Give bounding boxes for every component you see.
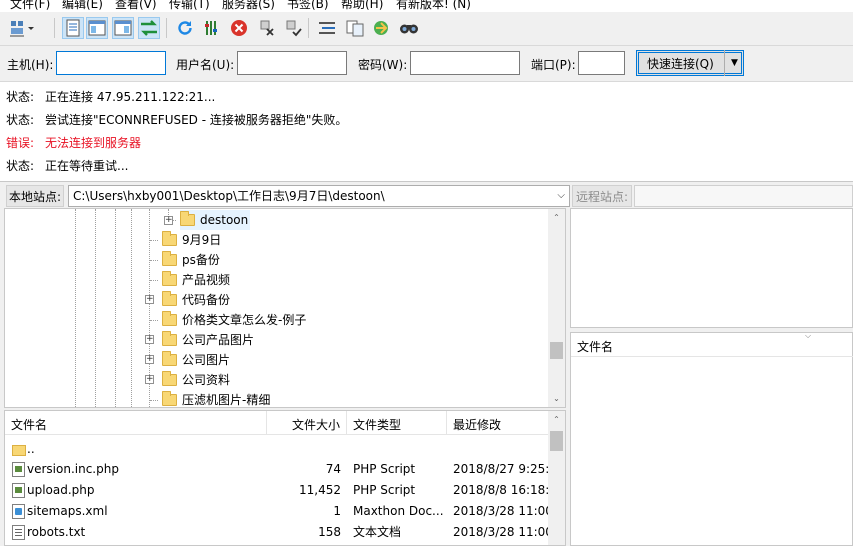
scrollbar-thumb[interactable] [550, 342, 563, 359]
tree-expander[interactable]: + [164, 216, 173, 225]
file-row[interactable]: sitemaps.xml 1 Maxthon Doc... 2018/3/28 … [5, 501, 549, 522]
tree-expander[interactable]: + [145, 355, 154, 364]
menu-view[interactable]: 查看(V) [115, 0, 157, 12]
host-input[interactable] [56, 51, 166, 75]
tree-expander[interactable]: + [145, 335, 154, 344]
message-log[interactable]: 状态: 正在连接 47.95.211.122:21... 状态: 尝试连接"ECON… [0, 82, 853, 182]
quickconnect-bar: 主机(H): 用户名(U): 密码(W): 端口(P): 快速连接(Q) ▼ [0, 46, 853, 82]
text-file-icon [12, 525, 25, 540]
column-header-name[interactable]: 文件名 [577, 333, 613, 357]
local-site-label: 本地站点: [6, 185, 65, 207]
log-line: 状态: 尝试连接"ECONNREFUSED - 连接被服务器拒绝"失败。 [6, 113, 348, 127]
sync-browse-icon[interactable] [370, 17, 392, 39]
scroll-up-icon[interactable]: ⌃ [548, 411, 565, 428]
local-path-combobox[interactable]: C:\Users\hxby001\Desktop\工作日志\9月7日\desto… [68, 185, 570, 207]
folder-icon [162, 271, 177, 286]
local-site-bar: 本地站点: C:\Users\hxby001\Desktop\工作日志\9月7日… [4, 184, 570, 208]
folder-icon [162, 251, 177, 266]
file-row-parent[interactable]: .. [5, 439, 549, 460]
folder-icon [162, 311, 177, 326]
toolbar [0, 12, 853, 46]
username-input[interactable] [237, 51, 347, 75]
scrollbar-thumb[interactable] [550, 431, 563, 451]
folder-icon [162, 291, 177, 306]
log-line: 状态: 正在连接 47.95.211.122:21... [6, 90, 216, 104]
site-manager-icon[interactable] [8, 17, 36, 39]
file-row[interactable]: upload.php 11,452 PHP Script 2018/8/8 16… [5, 480, 549, 501]
remote-directory-tree[interactable] [570, 208, 853, 328]
menu-edit[interactable]: 编辑(E) [62, 0, 103, 12]
password-label: 密码(W): [358, 58, 408, 72]
remote-path-input[interactable] [634, 185, 853, 207]
filter-icon[interactable] [316, 17, 338, 39]
local-directory-tree[interactable]: + destoon 9月9日 ps备份 产品视频 + 代码备份 价格类文章怎么发… [4, 208, 566, 408]
scroll-down-icon[interactable]: ⌄ [548, 390, 565, 407]
process-queue-icon[interactable] [200, 17, 222, 39]
port-input[interactable] [578, 51, 625, 75]
chevron-down-icon: ▼ [731, 58, 738, 68]
cancel-icon[interactable] [228, 17, 250, 39]
toggle-queue-icon[interactable] [138, 17, 160, 39]
toggle-remote-tree-icon[interactable] [112, 17, 134, 39]
reconnect-icon[interactable] [282, 17, 304, 39]
folder-icon [162, 391, 177, 406]
menu-bookmarks[interactable]: 书签(B) [287, 0, 329, 12]
menu-server[interactable]: 服务器(S) [222, 0, 275, 12]
column-header-name[interactable]: 文件名 [5, 411, 267, 435]
toggle-log-icon[interactable] [62, 17, 84, 39]
username-label: 用户名(U): [176, 58, 235, 72]
scroll-up-icon[interactable]: ⌃ [548, 209, 565, 226]
search-icon[interactable] [398, 17, 420, 39]
file-list-scrollbar[interactable]: ⌃ [548, 411, 565, 545]
menu-transfer[interactable]: 传输(T) [169, 0, 210, 12]
file-list-header: 文件名 文件大小 文件类型 最近修改 [5, 411, 549, 435]
tree-item-selected[interactable]: destoon [180, 210, 250, 230]
host-label: 主机(H): [7, 58, 54, 72]
log-line: 状态: 正在等待重试... [6, 159, 129, 173]
chevron-down-icon[interactable]: ⌵ [557, 186, 565, 206]
column-header-modified[interactable]: 最近修改 [447, 411, 549, 435]
refresh-icon[interactable] [174, 17, 196, 39]
php-file-icon [12, 483, 25, 498]
tree-expander[interactable]: + [145, 375, 154, 384]
menu-file[interactable]: 文件(F) [10, 0, 50, 12]
port-label: 端口(P): [531, 58, 576, 72]
php-file-icon [12, 462, 25, 477]
xml-file-icon [12, 504, 25, 519]
column-header-size[interactable]: 文件大小 [267, 411, 347, 435]
folder-icon [162, 331, 177, 346]
folder-icon [162, 231, 177, 246]
parent-folder-icon [12, 445, 26, 456]
file-row[interactable]: robots.txt 158 文本文档 2018/3/28 11:00 [5, 522, 549, 543]
tree-expander[interactable]: + [145, 295, 154, 304]
password-input[interactable] [410, 51, 520, 75]
remote-site-bar: 远程站点: [570, 184, 853, 208]
menu-new-version[interactable]: 有新版本! (N) [396, 0, 471, 12]
menu-help[interactable]: 帮助(H) [341, 0, 383, 12]
toggle-local-tree-icon[interactable] [86, 17, 108, 39]
log-line-error: 错误: 无法连接到服务器 [6, 136, 142, 150]
folder-icon [162, 351, 177, 366]
quickconnect-history-dropdown[interactable]: ▼ [724, 50, 744, 76]
column-header-type[interactable]: 文件类型 [347, 411, 447, 435]
remote-site-label: 远程站点: [572, 185, 633, 207]
tree-scrollbar[interactable]: ⌃ ⌄ [548, 209, 565, 407]
file-row[interactable]: version.inc.php 74 PHP Script 2018/8/27 … [5, 459, 549, 480]
remote-file-list[interactable]: ⌵ 文件名 [570, 331, 853, 546]
compare-icon[interactable] [344, 17, 366, 39]
folder-icon [162, 371, 177, 386]
local-file-list[interactable]: ⌵ 文件名 文件大小 文件类型 最近修改 .. version.inc.php … [4, 410, 566, 546]
disconnect-icon[interactable] [256, 17, 278, 39]
folder-icon [180, 211, 195, 226]
menu-bar: 文件(F) 编辑(E) 查看(V) 传输(T) 服务器(S) 书签(B) 帮助(… [0, 0, 853, 12]
remote-file-list-header: 文件名 [571, 333, 853, 357]
